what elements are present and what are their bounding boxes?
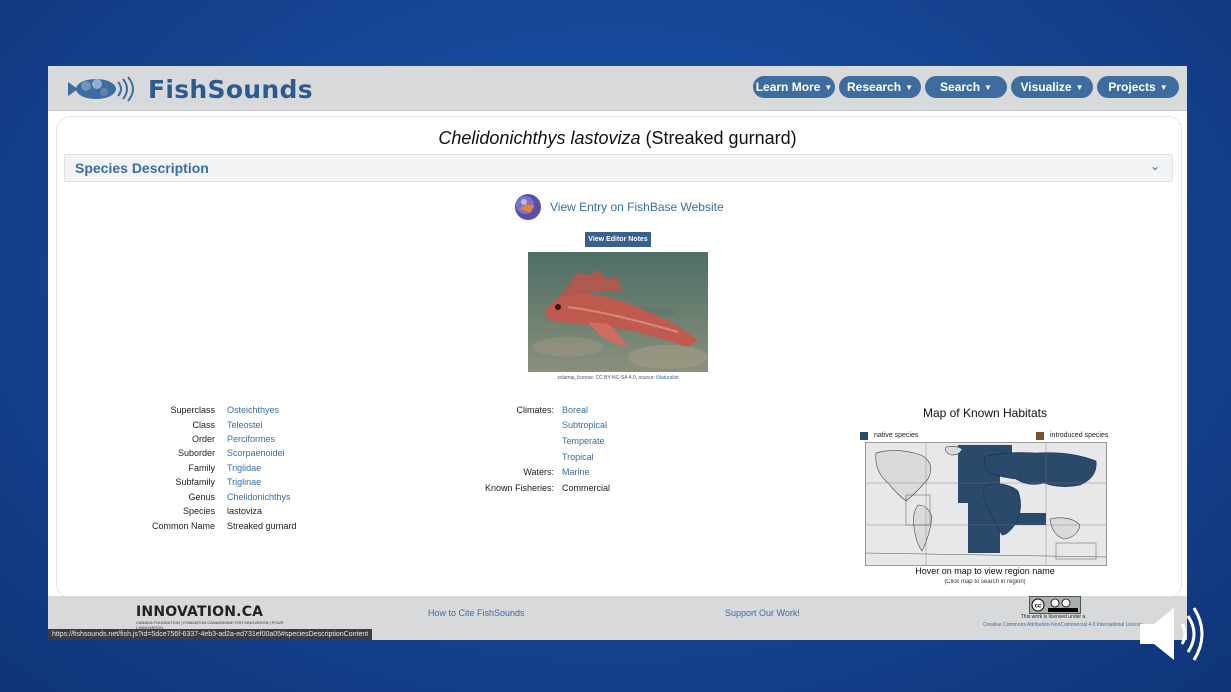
speaker-icon[interactable] xyxy=(1134,602,1208,666)
nav-visualize-button[interactable]: Visualize ▼ xyxy=(1011,76,1093,98)
climate-link[interactable]: Tropical xyxy=(562,450,594,464)
caret-down-icon: ▼ xyxy=(824,83,833,92)
fishbase-link[interactable]: View Entry on FishBase Website xyxy=(550,200,724,214)
habitat-world-map[interactable] xyxy=(865,442,1107,566)
nav-label: Visualize xyxy=(1020,80,1072,94)
map-hint-small: (Click map to search in region) xyxy=(944,579,1026,585)
map-title: Map of Known Habitats xyxy=(922,406,1048,420)
fishsounds-logo[interactable]: FishSounds xyxy=(66,72,313,106)
fish-photo[interactable] xyxy=(528,252,708,372)
innovation-logo[interactable]: INNOVATION.CA CANADA FOUNDATION | FONDAT… xyxy=(136,604,286,630)
nav-search-button[interactable]: Search ▼ xyxy=(925,76,1007,98)
caption-text: zslamaj, license: CC BY-NC-SA 4.0, sourc… xyxy=(557,375,657,381)
section-title: Species Description xyxy=(75,160,209,176)
climates-label: Climates: xyxy=(516,405,554,415)
fishbase-entry[interactable]: View Entry on FishBase Website xyxy=(514,194,724,220)
waters-link[interactable]: Marine xyxy=(562,465,590,479)
taxonomy-label: Species xyxy=(182,506,215,516)
page-title: Chelidonichthys lastoviza (Streaked gurn… xyxy=(48,128,1187,149)
climate-link[interactable]: Subtropical xyxy=(562,418,607,432)
introduced-legend-label: introduced species xyxy=(1050,432,1109,439)
nav-label: Research xyxy=(847,80,902,94)
nav-learn-more-button[interactable]: Learn More ▼ xyxy=(753,76,835,98)
taxonomy-label: Common Name xyxy=(151,521,215,531)
fish-logo-icon xyxy=(68,76,134,102)
caret-down-icon: ▼ xyxy=(1075,83,1084,92)
common-name: (Streaked gurnard) xyxy=(645,128,797,148)
nav-label: Search xyxy=(940,80,981,94)
fisheries-value: Commercial xyxy=(562,483,611,493)
fisheries-label: Known Fisheries: xyxy=(484,483,554,493)
license-text: This work is licensed under a xyxy=(1020,614,1086,620)
brand-name: FishSounds xyxy=(148,74,313,104)
site-header: FishSounds Learn More ▼ Research ▼ Search ▼… xyxy=(48,66,1187,111)
photo-caption: zslamaj, license: CC BY-NC-SA 4.0, sourc… xyxy=(528,375,708,381)
nav-projects-button[interactable]: Projects ▼ xyxy=(1097,76,1179,98)
nav-research-button[interactable]: Research ▼ xyxy=(839,76,921,98)
taxonomy-value: Streaked gurnard xyxy=(227,521,297,531)
caret-down-icon: ▼ xyxy=(905,83,913,92)
caption-source-link[interactable]: iNaturalist xyxy=(656,375,678,381)
native-legend-swatch xyxy=(860,432,868,440)
fishbase-globe-icon xyxy=(515,194,541,220)
climate-link[interactable]: Temperate xyxy=(562,434,605,448)
species-description-header[interactable]: Species Description ⌄ xyxy=(64,154,1173,182)
scientific-name: Chelidonichthys lastoviza xyxy=(438,128,641,148)
support-link[interactable]: Support Our Work! xyxy=(725,608,800,618)
taxonomy-value: lastoviza xyxy=(227,506,263,516)
nav-label: Projects xyxy=(1108,80,1156,94)
innovation-logo-text: INNOVATION.CA xyxy=(136,604,264,620)
map-hint: Hover on map to view region name xyxy=(915,566,1055,576)
caret-down-icon: ▼ xyxy=(984,83,992,92)
browser-viewport: FishSounds Learn More ▼ Research ▼ Search ▼… xyxy=(48,66,1187,640)
view-editor-notes-button[interactable]: View Editor Notes xyxy=(585,232,651,247)
climate-link[interactable]: Boreal xyxy=(562,403,588,417)
cc-license-badge-icon[interactable]: cc xyxy=(1029,596,1081,614)
status-bar-url: https://fishsounds.net/fish.js?id=5dce75… xyxy=(48,629,373,640)
waters-label: Waters: xyxy=(523,467,554,477)
caret-down-icon: ▼ xyxy=(1159,83,1168,92)
cite-link[interactable]: How to Cite FishSounds xyxy=(428,608,525,618)
native-legend-label: native species xyxy=(874,432,919,439)
chevron-down-icon[interactable]: ⌄ xyxy=(1150,159,1160,173)
svg-text:cc: cc xyxy=(1035,604,1042,610)
introduced-legend-swatch xyxy=(1036,432,1044,440)
climates-row: Subtropical xyxy=(48,418,1187,432)
nav-label: Learn More xyxy=(755,80,821,94)
